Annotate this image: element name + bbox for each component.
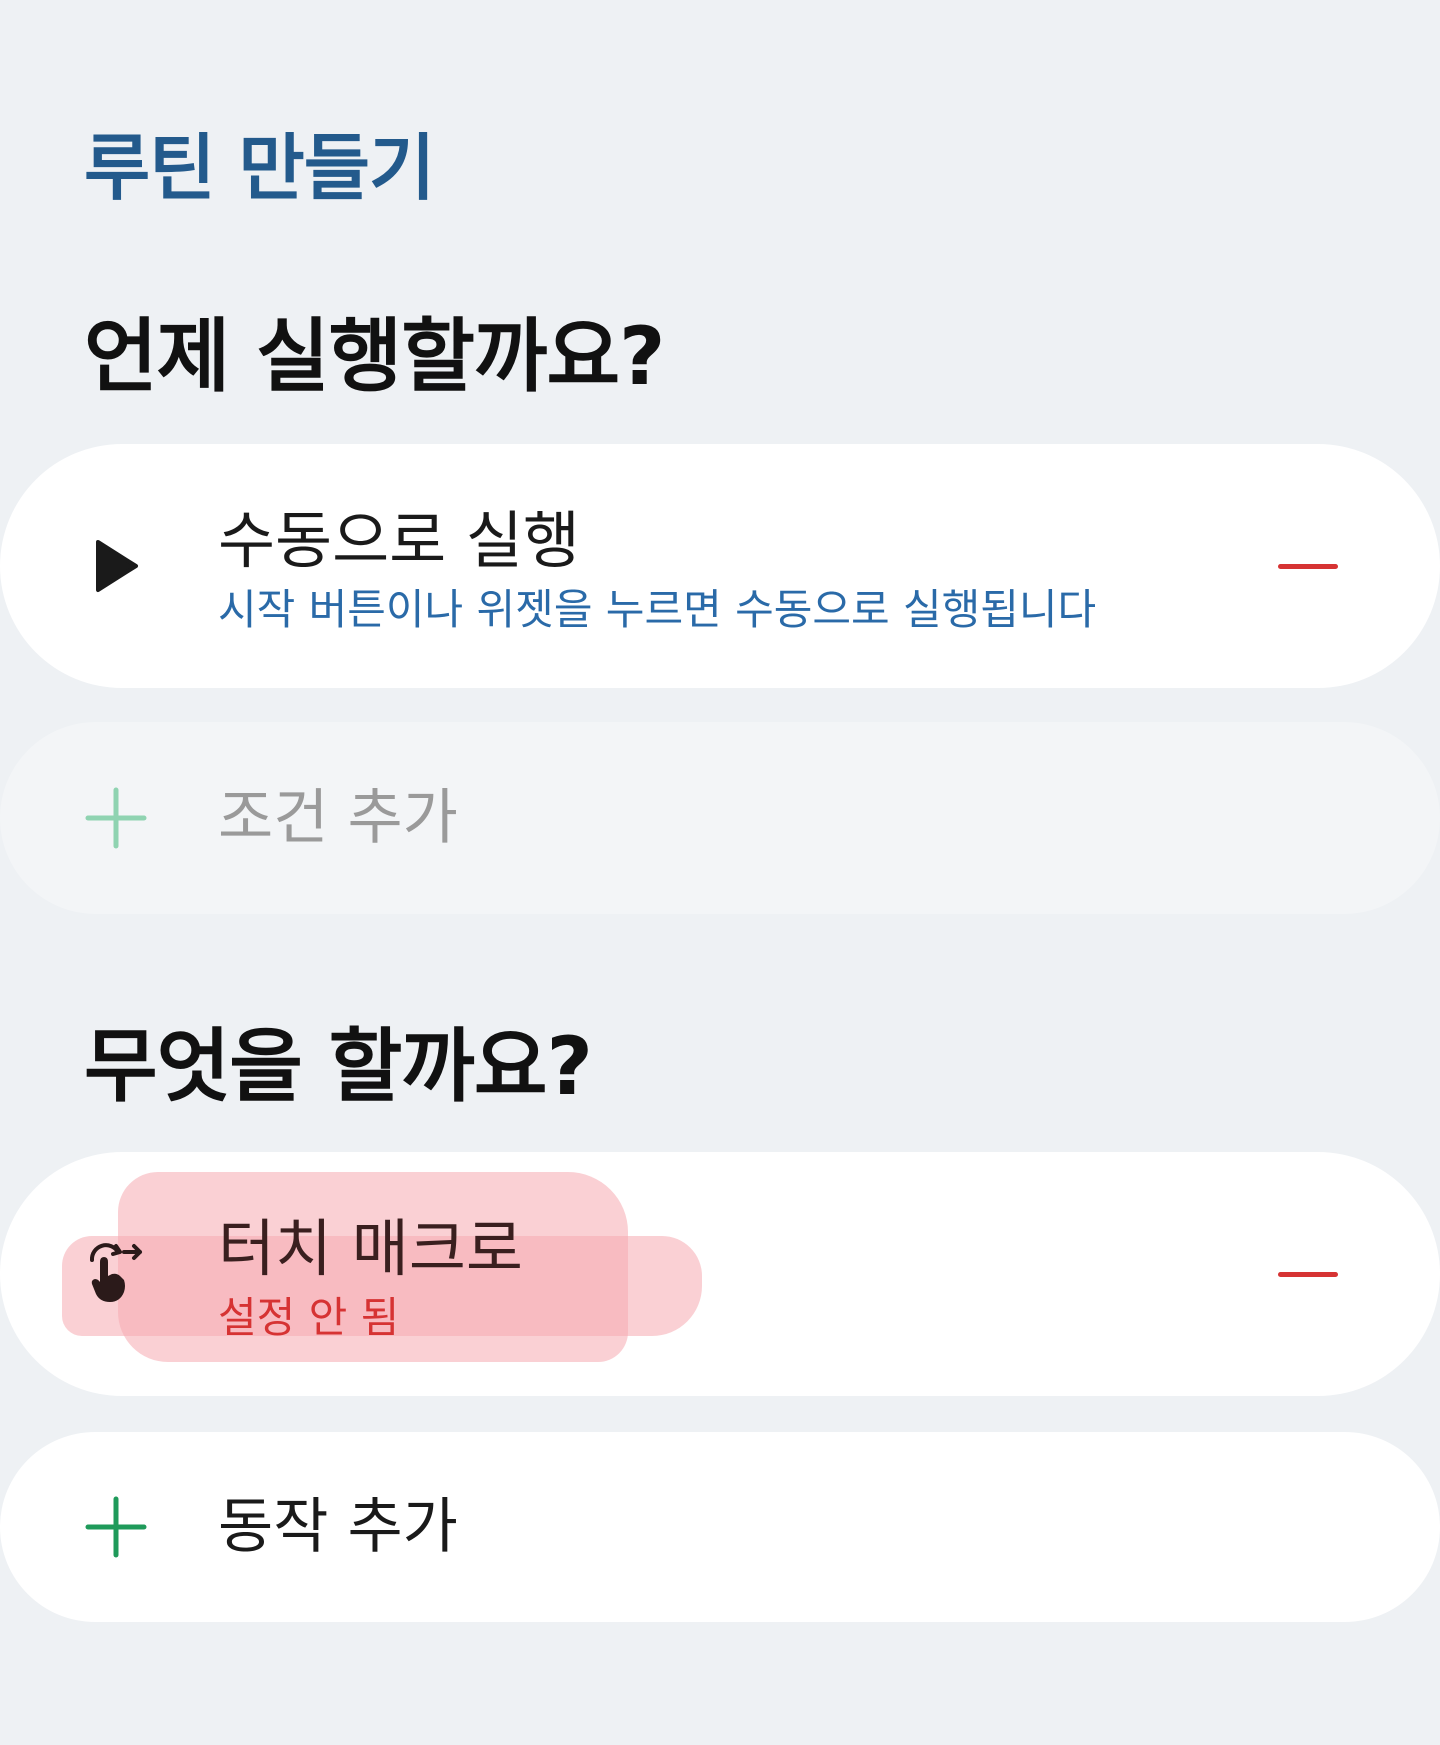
plus-icon xyxy=(84,1495,148,1559)
trigger-subtitle: 시작 버튼이나 위젯을 누르면 수동으로 실행됩니다 xyxy=(218,585,1097,634)
add-condition-button[interactable]: 조건 추가 xyxy=(0,722,1440,914)
add-action-button[interactable]: 동작 추가 xyxy=(0,1432,1440,1622)
action-status: 설정 안 됨 xyxy=(218,1293,400,1342)
touch-gesture-icon xyxy=(84,1240,148,1304)
trigger-text: 수동으로 실행 시작 버튼이나 위젯을 누르면 수동으로 실행됩니다 xyxy=(218,502,1096,640)
action-title: 터치 매크로 xyxy=(218,1212,523,1285)
play-icon xyxy=(84,534,148,598)
remove-trigger-button[interactable] xyxy=(1276,534,1340,598)
page-title: 루틴 만들기 xyxy=(84,126,435,210)
trigger-card-manual[interactable]: 수동으로 실행 시작 버튼이나 위젯을 누르면 수동으로 실행됩니다 xyxy=(0,444,1440,688)
minus-icon xyxy=(1278,1271,1338,1277)
remove-action-button[interactable] xyxy=(1276,1242,1340,1306)
when-heading: 언제 실행할까요? xyxy=(84,310,665,403)
add-condition-label: 조건 추가 xyxy=(218,783,458,853)
minus-icon xyxy=(1278,563,1338,569)
trigger-title: 수동으로 실행 xyxy=(218,504,580,577)
action-card-touch-macro[interactable]: 터치 매크로 설정 안 됨 xyxy=(0,1152,1440,1396)
plus-icon xyxy=(84,786,148,850)
add-action-label: 동작 추가 xyxy=(218,1492,458,1562)
what-heading: 무엇을 할까요? xyxy=(84,1020,593,1113)
